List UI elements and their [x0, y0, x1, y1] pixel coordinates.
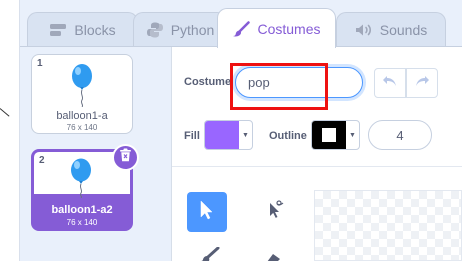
tab-python-label: Python — [170, 21, 215, 38]
python-icon — [146, 21, 164, 39]
fill-swatch — [205, 121, 239, 149]
paint-editor: Costume Fill ▼ Outline ▼ — [172, 47, 462, 261]
blocks-icon — [49, 23, 67, 37]
chevron-down-icon: ▼ — [242, 131, 249, 139]
tab-blocks[interactable]: Blocks — [27, 12, 138, 46]
fill-color-picker[interactable]: ▼ — [204, 120, 253, 150]
undo-icon — [382, 74, 398, 92]
outline-swatch — [312, 121, 346, 149]
tab-sounds[interactable]: Sounds — [336, 12, 446, 46]
reshape-tool[interactable] — [257, 192, 297, 232]
eraser-icon — [265, 250, 283, 261]
costume-size: 76 x 140 — [66, 123, 98, 132]
select-tool[interactable] — [187, 192, 227, 232]
redo-button[interactable] — [406, 68, 438, 98]
paintbrush-icon — [232, 20, 251, 37]
drawing-canvas[interactable] — [314, 190, 462, 261]
chevron-down-icon: ▼ — [349, 131, 356, 139]
costume-name: balloon1-a2 — [51, 204, 113, 216]
cursor-fragment — [0, 108, 10, 117]
costume-number: 2 — [39, 155, 45, 166]
toolbar-divider — [172, 166, 462, 167]
fill-label: Fill — [184, 130, 200, 142]
costume-tile-1[interactable]: 1 balloon1-a 76 x 140 — [31, 54, 133, 134]
outline-label: Outline — [269, 130, 307, 142]
trash-icon — [119, 148, 132, 167]
left-edge-strip — [0, 0, 20, 261]
tab-blocks-label: Blocks — [74, 21, 116, 38]
costume-label: Costume — [184, 76, 232, 88]
tab-python[interactable]: Python — [133, 12, 227, 46]
redo-icon — [414, 74, 430, 92]
brush-tool[interactable] — [200, 246, 220, 261]
highlight-annotation — [230, 63, 328, 110]
tab-sounds-label: Sounds — [379, 21, 428, 38]
costume-number: 1 — [37, 58, 43, 69]
undo-button[interactable] — [374, 68, 406, 98]
speaker-icon — [355, 23, 373, 37]
outline-color-picker[interactable]: ▼ — [311, 120, 360, 150]
eraser-tool[interactable] — [265, 250, 283, 261]
reshape-icon — [266, 199, 288, 226]
tab-costumes-label: Costumes — [257, 20, 321, 37]
costume-name: balloon1-a — [56, 110, 108, 122]
balloon-thumbnail — [68, 158, 94, 203]
delete-costume-button[interactable] — [112, 144, 139, 171]
arrow-pointer-icon — [199, 199, 215, 225]
balloon-thumbnail — [69, 63, 95, 112]
outline-width-input[interactable] — [368, 120, 432, 150]
brush-icon — [200, 246, 220, 261]
costume-size: 76 x 140 — [66, 218, 98, 227]
tab-costumes[interactable]: Costumes — [217, 8, 336, 48]
